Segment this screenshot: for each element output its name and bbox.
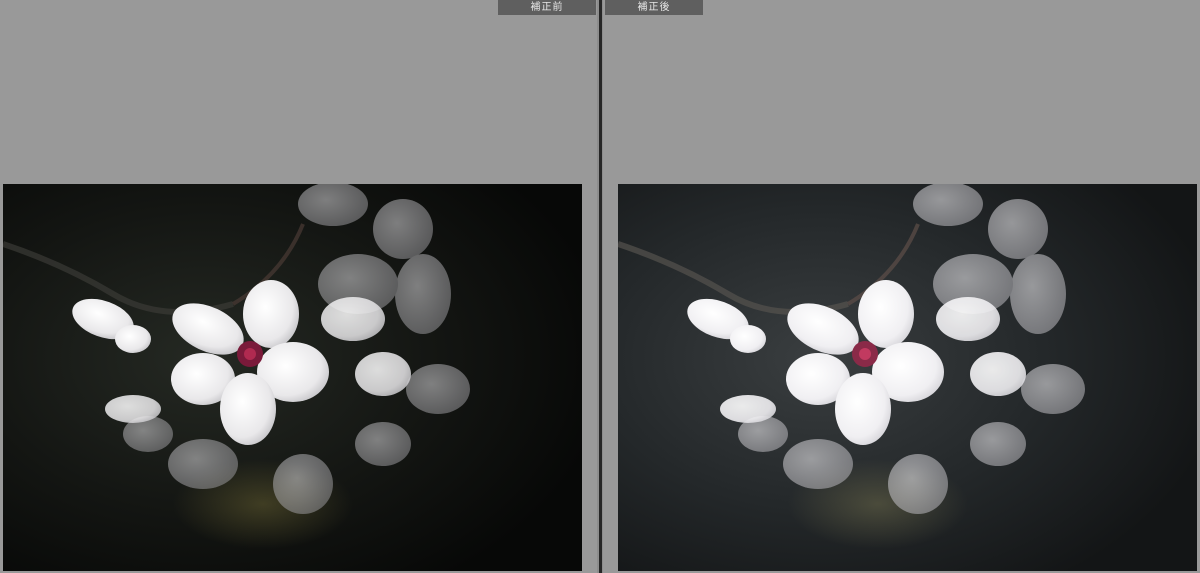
before-label: 補正前 xyxy=(498,0,596,15)
before-pane[interactable]: 補正前 xyxy=(0,0,597,573)
cherry-blossom-image xyxy=(3,184,582,571)
after-photo[interactable] xyxy=(618,184,1197,571)
cherry-blossom-image xyxy=(618,184,1197,571)
after-pane[interactable]: 補正後 xyxy=(603,0,1200,573)
before-photo[interactable] xyxy=(3,184,582,571)
after-label: 補正後 xyxy=(605,0,703,15)
